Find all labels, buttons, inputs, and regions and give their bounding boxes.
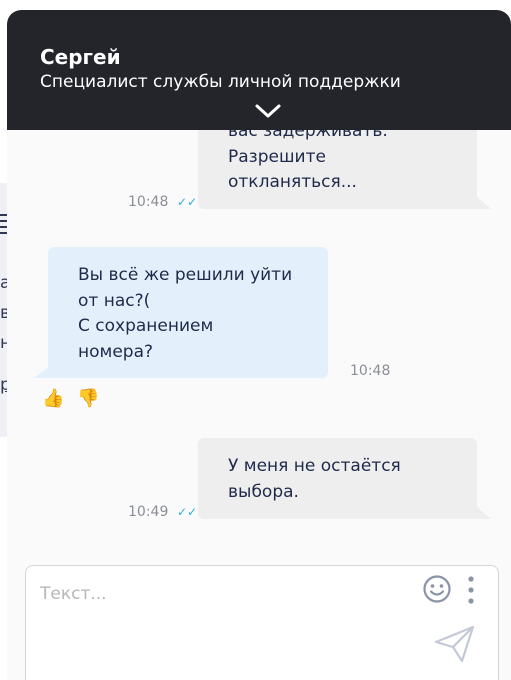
emoji-icon[interactable] — [422, 574, 452, 604]
like-icon[interactable]: 👍 — [42, 390, 64, 408]
message-time: 10:48 — [350, 363, 391, 379]
chat-widget: вас задерживать. Разрешите откланяться..… — [7, 10, 511, 680]
agent-role: Специалист службы личной поддержки — [40, 72, 401, 92]
incoming-message: Вы всё же решили уйти от нас?( С сохране… — [48, 247, 328, 378]
bubble-tail — [34, 366, 50, 378]
message-line: выбора. — [228, 481, 299, 502]
more-options-icon[interactable] — [464, 574, 478, 606]
dislike-icon[interactable]: 👎 — [77, 390, 99, 408]
message-line: Вы всё же решили уйти — [78, 265, 293, 285]
outgoing-message: У меня не остаётся выбора. — [198, 438, 477, 519]
bubble-tail — [477, 507, 491, 519]
message-line: Разрешите — [228, 146, 326, 167]
send-icon[interactable] — [434, 624, 476, 664]
agent-name: Сергей — [40, 45, 121, 69]
chevron-down-icon[interactable] — [254, 102, 282, 120]
message-composer — [25, 565, 499, 680]
read-check-icon: ✓✓ — [177, 195, 198, 209]
chat-header: Сергей Специалист службы личной поддержк… — [7, 10, 511, 130]
message-line: от нас?( — [78, 290, 151, 311]
message-input[interactable] — [38, 578, 422, 610]
message-line: С сохранением — [78, 316, 214, 336]
read-check-icon: ✓✓ — [177, 505, 198, 519]
message-time: 10:49 — [128, 504, 169, 520]
bubble-tail — [477, 197, 491, 209]
message-line: откланяться... — [228, 172, 357, 192]
message-line: У меня не остаётся — [228, 456, 401, 476]
message-line: номера? — [78, 341, 154, 362]
message-time: 10:48 — [128, 194, 169, 210]
